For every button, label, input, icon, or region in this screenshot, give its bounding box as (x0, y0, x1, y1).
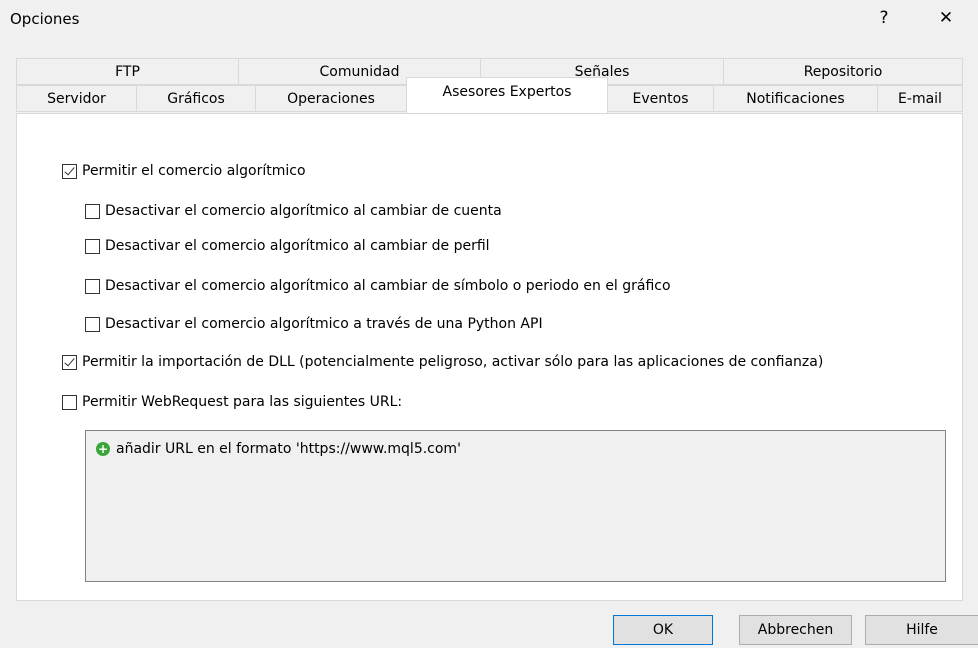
add-url-item[interactable]: + añadir URL en el formato 'https://www.… (96, 441, 461, 457)
option-disable-on-profile-change[interactable]: Desactivar el comercio algorítmico al ca… (85, 236, 490, 256)
tab-repositorio[interactable]: Repositorio (723, 58, 963, 85)
help-title-button[interactable]: ? (864, 2, 904, 34)
option-label: Permitir WebRequest para las siguientes … (82, 394, 403, 410)
expert-advisors-panel: Permitir el comercio algorítmico Desacti… (16, 113, 963, 601)
option-label: Desactivar el comercio algorítmico a tra… (105, 316, 543, 332)
option-label: Desactivar el comercio algorítmico al ca… (105, 278, 671, 294)
option-label: Desactivar el comercio algorítmico al ca… (105, 203, 502, 219)
help-button[interactable]: Hilfe (865, 615, 978, 645)
close-icon: ✕ (938, 8, 954, 28)
option-label: Permitir el comercio algorítmico (82, 163, 306, 179)
tab-notificaciones[interactable]: Notificaciones (713, 85, 878, 112)
option-allow-algo-trading[interactable]: Permitir el comercio algorítmico (62, 161, 306, 181)
dialog-title: Opciones (10, 10, 80, 28)
webrequest-url-list[interactable]: + añadir URL en el formato 'https://www.… (85, 430, 946, 582)
option-disable-on-symbol-change[interactable]: Desactivar el comercio algorítmico al ca… (85, 276, 671, 296)
ok-button[interactable]: OK (613, 615, 713, 645)
option-disable-on-account-change[interactable]: Desactivar el comercio algorítmico al ca… (85, 201, 502, 221)
checkbox[interactable] (85, 238, 100, 254)
tab-eventos[interactable]: Eventos (607, 85, 714, 112)
tab-asesores-expertos[interactable]: Asesores Expertos (406, 77, 608, 113)
checkbox[interactable] (62, 354, 77, 370)
checkbox[interactable] (62, 163, 77, 179)
tab-graficos[interactable]: Gráficos (136, 85, 256, 112)
checkbox[interactable] (85, 203, 100, 219)
option-disable-via-python-api[interactable]: Desactivar el comercio algorítmico a tra… (85, 314, 543, 334)
option-label: Permitir la importación de DLL (potencia… (82, 354, 824, 370)
option-allow-webrequest[interactable]: Permitir WebRequest para las siguientes … (62, 392, 402, 412)
tab-email[interactable]: E-mail (877, 85, 963, 112)
cancel-button[interactable]: Abbrechen (739, 615, 852, 645)
checkbox[interactable] (62, 394, 77, 410)
tab-operaciones[interactable]: Operaciones (255, 85, 407, 112)
checkbox[interactable] (85, 278, 100, 294)
add-url-label: añadir URL en el formato 'https://www.mq… (116, 441, 461, 457)
tab-servidor[interactable]: Servidor (16, 85, 137, 112)
checkbox[interactable] (85, 316, 100, 332)
close-title-button[interactable]: ✕ (926, 2, 966, 34)
option-allow-dll-import[interactable]: Permitir la importación de DLL (potencia… (62, 352, 823, 372)
plus-circle-icon: + (96, 442, 110, 456)
option-label: Desactivar el comercio algorítmico al ca… (105, 238, 490, 254)
tab-ftp[interactable]: FTP (16, 58, 239, 85)
